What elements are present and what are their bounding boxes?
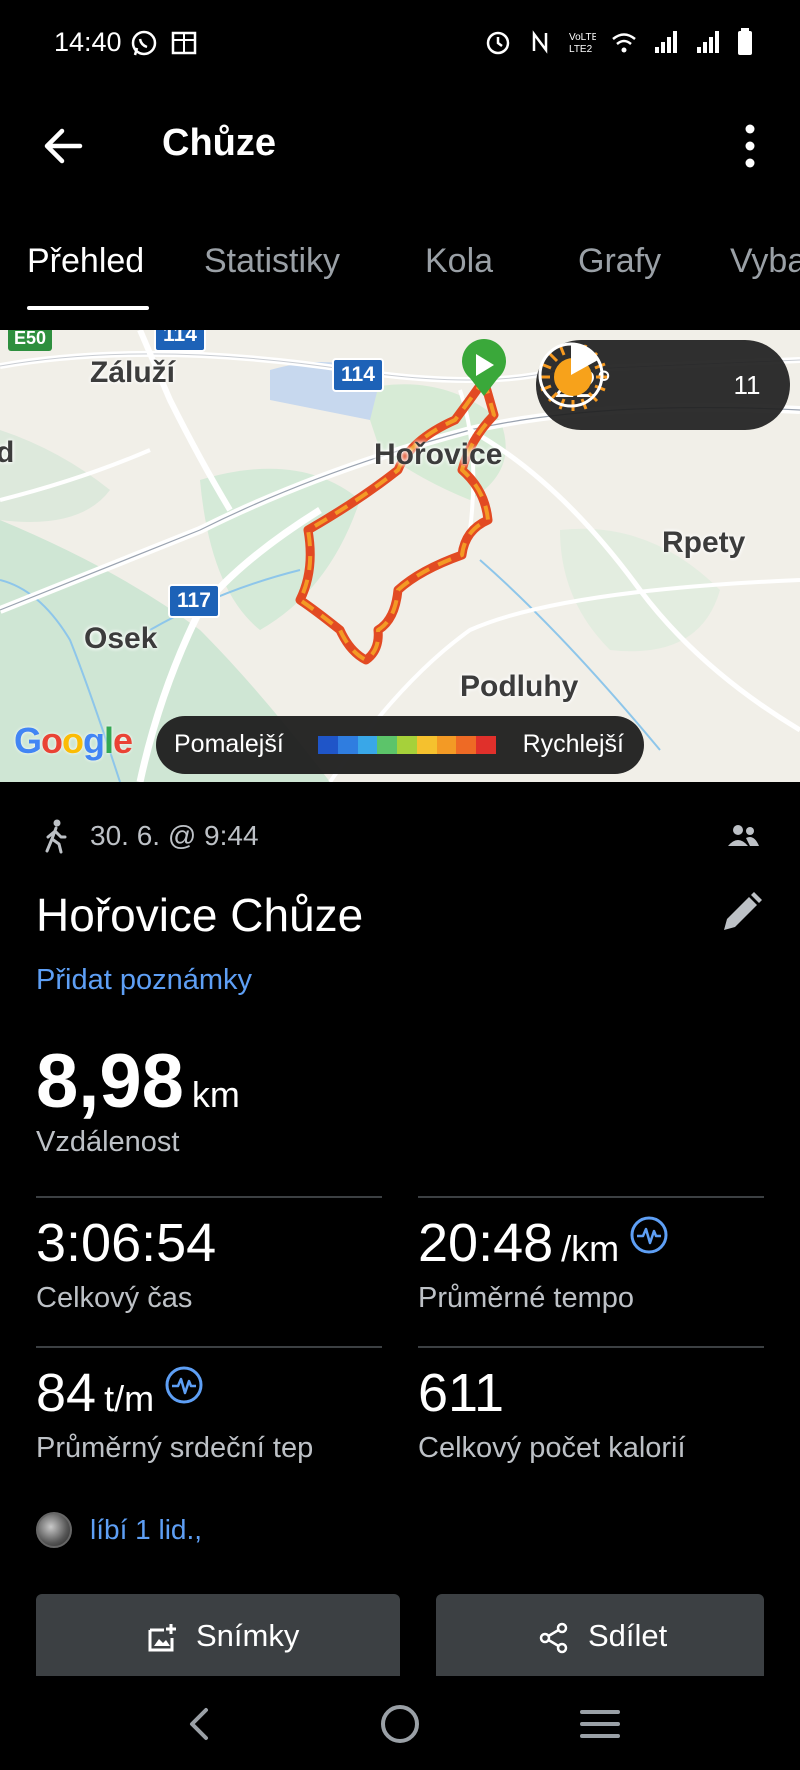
google-logo: Google: [14, 720, 133, 761]
weather-hour: 11: [733, 370, 761, 400]
signal-icon: [655, 31, 677, 53]
activity-meta-row: 30. 6. @ 9:44: [36, 818, 764, 858]
map-label-horovice: Hořovice: [374, 438, 503, 471]
activity-date: 30. 6. @ 9:44: [90, 820, 259, 851]
stat-total-time: 3:06:54 Celkový čas: [36, 1196, 382, 1336]
nav-menu-icon[interactable]: [578, 1702, 622, 1746]
nav-back-icon[interactable]: [178, 1702, 222, 1746]
tab-charts[interactable]: Grafy: [578, 242, 661, 281]
pace-legend: Pomalejší Rychlejší: [156, 716, 644, 774]
stat-calories-value: 611: [418, 1363, 505, 1423]
likes-text[interactable]: líbí 1 lid.,: [90, 1514, 202, 1546]
add-photo-icon: [148, 1624, 176, 1652]
legend-color-swatch: [357, 736, 378, 754]
legend-faster-label: Rychlejší: [522, 730, 624, 758]
clock-icon: [538, 342, 604, 408]
map-label-rpety: Rpety: [662, 526, 746, 559]
more-vertical-icon[interactable]: [730, 118, 770, 174]
road-shield-e50: E50: [8, 330, 53, 351]
legend-color-swatch: [416, 736, 437, 754]
road-shield-117: 117: [168, 584, 220, 618]
distance-number: 8,98: [36, 1039, 184, 1124]
page-title: Chůze: [162, 122, 276, 164]
active-tab-indicator: [27, 306, 149, 310]
stat-calories: 611 Celkový počet kalorií: [418, 1346, 764, 1486]
edit-icon[interactable]: [716, 888, 766, 938]
legend-color-swatch: [456, 736, 477, 754]
photos-button[interactable]: Snímky: [36, 1594, 400, 1684]
walking-icon: [45, 819, 67, 854]
back-button[interactable]: [36, 118, 92, 174]
legend-color-swatch: [377, 736, 398, 754]
pulse-icon[interactable]: [629, 1215, 669, 1255]
pulse-icon[interactable]: [164, 1365, 204, 1405]
tab-overview[interactable]: Přehled: [27, 242, 144, 281]
svg-text:VoLTE: VoLTE: [569, 32, 596, 43]
road-shield-114-top: 114: [154, 330, 206, 352]
svg-text:LTE2: LTE2: [569, 44, 593, 55]
stat-calories-label: Celkový počet kalorií: [418, 1432, 686, 1464]
distance-unit: km: [191, 1074, 240, 1115]
app-bar: Chůze: [0, 100, 800, 190]
stat-avg-pace: 20:48/km Průměrné tempo: [418, 1196, 764, 1336]
legend-color-swatch: [436, 736, 457, 754]
legend-color-scale: [318, 736, 497, 754]
weather-badge: 22° 11: [536, 340, 790, 430]
whatsapp-icon: [131, 30, 157, 56]
alarm-icon: [486, 31, 510, 55]
distance-label: Vzdálenost: [36, 1126, 180, 1158]
group-icon[interactable]: [726, 822, 760, 850]
map-label-osek: Osek: [84, 622, 158, 655]
tab-bar: Přehled Statistiky Kola Grafy Vyba: [0, 230, 800, 310]
stat-total-time-value: 3:06:54: [36, 1213, 217, 1273]
map-label-edge: d: [0, 436, 15, 469]
stat-avg-hr: 84 t/m Průměrný srdeční tep: [36, 1346, 382, 1486]
legend-color-swatch: [337, 736, 358, 754]
battery-icon: [738, 28, 752, 55]
activity-title: Hořovice Chůze: [36, 889, 364, 941]
legend-color-swatch: [318, 736, 338, 754]
wifi-icon: [612, 33, 636, 53]
tab-statistics[interactable]: Statistiky: [204, 242, 340, 281]
stat-avg-pace-value: 20:48/km: [418, 1212, 669, 1274]
status-time: 14:40: [54, 27, 122, 57]
nfc-icon: [532, 30, 548, 54]
distance-value: 8,98 km: [36, 1038, 240, 1125]
map-label-podluhy: Podluhy: [460, 670, 579, 703]
stat-avg-hr-value: 84 t/m: [36, 1362, 204, 1424]
tab-equipment[interactable]: Vyba: [730, 242, 800, 281]
road-shield-114: 114: [332, 358, 384, 392]
share-button[interactable]: Sdílet: [436, 1594, 764, 1684]
gallery-icon: [171, 31, 197, 55]
share-icon: [539, 1622, 568, 1654]
avatar: [36, 1512, 72, 1548]
stat-avg-hr-label: Průměrný srdeční tep: [36, 1432, 314, 1464]
legend-color-swatch: [397, 736, 417, 754]
map-label-zaluzi: Záluží: [90, 356, 176, 389]
route-map[interactable]: E50 114 114 117 Záluží Hořovice Rpety Os…: [0, 330, 800, 782]
stat-avg-pace-label: Průměrné tempo: [418, 1282, 634, 1314]
share-button-label: Sdílet: [588, 1618, 668, 1653]
legend-slower-label: Pomalejší: [174, 730, 284, 758]
photos-button-label: Snímky: [196, 1618, 300, 1653]
system-nav-bar: [0, 1676, 800, 1770]
add-notes-link[interactable]: Přidat poznámky: [36, 964, 252, 997]
status-bar: 14:40 VoLTE LTE2: [0, 0, 800, 90]
signal-icon: [697, 31, 719, 53]
stat-total-time-label: Celkový čas: [36, 1282, 193, 1314]
tab-laps[interactable]: Kola: [425, 242, 493, 281]
nav-home-icon[interactable]: [378, 1702, 422, 1746]
volte-icon: VoLTE LTE2: [569, 32, 596, 55]
legend-color-swatch: [476, 736, 497, 754]
